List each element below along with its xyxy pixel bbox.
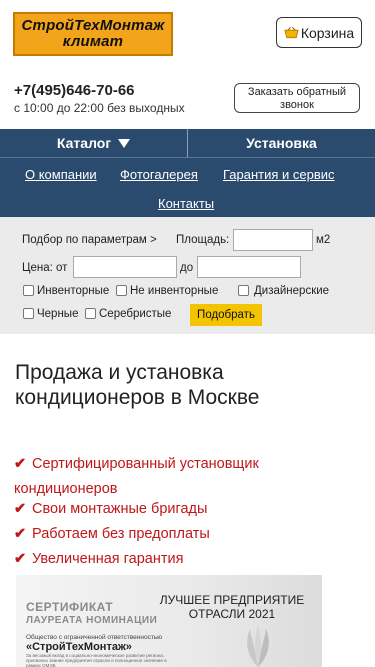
phone-number[interactable]: +7(495)646-70-66 [14,82,135,99]
logo-line2: климат [62,33,124,50]
certificate-image[interactable]: СЕРТИФИКАТ ЛАУРЕАТА НОМИНАЦИИ Общество с… [16,575,322,667]
certificate-award: ЛУЧШЕЕ ПРЕДПРИЯТИЕ ОТРАСЛИ 2021 [159,593,305,621]
feature-item: ✔ Сертифицированный установщик кондиционе… [14,452,334,502]
checkbox-non-inverter[interactable] [116,285,127,296]
checkbox-inverter[interactable] [23,285,34,296]
submit-filter-button[interactable]: Подобрать [190,304,262,326]
nav-catalog-label: Каталог [56,135,112,151]
check-icon: ✔ [14,456,27,472]
logo-line1: СтройТехМонтаж [21,17,165,34]
area-unit: м2 [316,234,331,246]
page-title: Продажа и установка кондиционеров в Моск… [15,361,260,409]
nav-install[interactable]: Установка [188,129,375,157]
callback-button[interactable]: Заказать обратный звонок [234,83,360,113]
feature-item: ✔ Свои монтажные бригады [14,501,207,517]
option-black-label: Черные [37,308,79,320]
triangle-down-icon [118,139,131,148]
price-to-input[interactable] [197,256,301,278]
cart-label: Корзина [300,24,355,41]
price-from-input[interactable] [73,256,177,278]
option-silver-label: Серебристые [99,308,172,320]
feature-text: Сертифицированный установщик кондиционер… [14,456,259,497]
feature-text: Работаем без предоплаты [32,526,210,542]
certificate-company: «СтройТехМонтаж» [26,641,132,653]
feature-item: ✔ Увеличенная гарантия [14,551,183,567]
option-inverter-label: Инвенторные [37,285,110,297]
check-icon: ✔ [14,501,27,517]
link-warranty[interactable]: Гарантия и сервис [223,167,335,182]
working-hours: с 10:00 до 22:00 без выходных [14,101,185,115]
feature-item: ✔ Работаем без предоплаты [14,526,210,542]
sub-nav: О компании Фотогалерея Гарантия и сервис… [0,157,375,217]
link-gallery[interactable]: Фотогалерея [120,167,198,182]
check-icon: ✔ [14,526,27,542]
check-icon: ✔ [14,551,27,567]
price-from-label: Цена: от [22,262,68,274]
filter-params-label: Подбор по параметрам > [22,234,157,246]
filter-panel: Подбор по параметрам > Площадь: м2 Цена:… [0,217,375,334]
option-designer-label: Дизайнерские [254,285,330,297]
checkbox-silver[interactable] [85,308,96,319]
price-to-label: до [180,262,194,274]
option-non-inverter-label: Не инвенторные [130,285,219,297]
checkbox-black[interactable] [23,308,34,319]
feature-text: Свои монтажные бригады [32,501,208,517]
link-contacts[interactable]: Контакты [158,196,214,211]
main-nav: Каталог Установка [0,129,375,157]
area-input[interactable] [233,229,313,251]
feature-text: Увеличенная гарантия [32,551,184,567]
checkbox-designer[interactable] [238,285,249,296]
nav-catalog[interactable]: Каталог [0,129,187,157]
area-label: Площадь: [176,234,230,246]
basket-icon [284,26,299,38]
logo[interactable]: СтройТехМонтаж климат [13,12,173,56]
link-about[interactable]: О компании [25,167,97,182]
cart-button[interactable]: Корзина [276,17,362,48]
laurel-icon [247,625,269,667]
certificate-small-text: За весомый вклад в социально-экономическ… [26,653,167,667]
certificate-org: Общество с ограниченной ответственностью [26,634,163,641]
